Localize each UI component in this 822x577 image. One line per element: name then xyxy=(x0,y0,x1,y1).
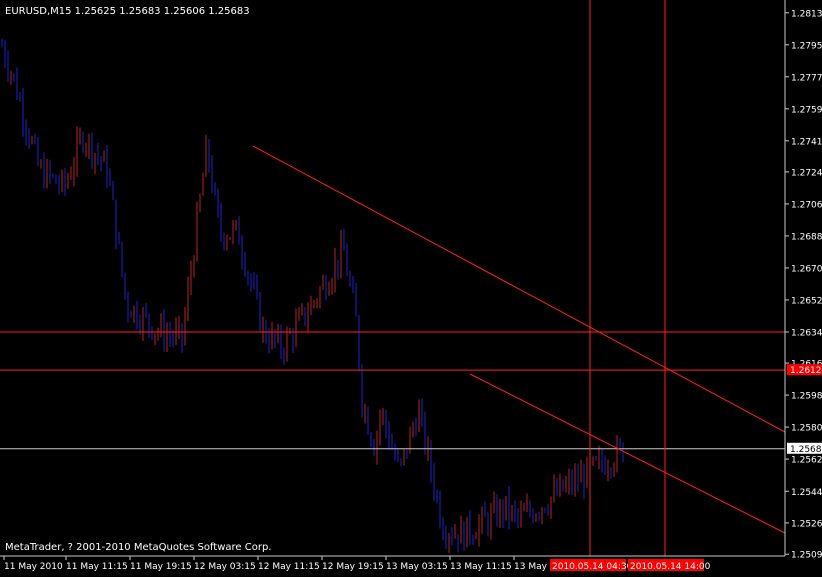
y-tick-label: 1.27775 xyxy=(791,73,822,83)
y-tick-label: 1.25805 xyxy=(791,424,822,434)
x-tick-label: 12 May 11:15 xyxy=(258,562,320,572)
y-tick-label: 1.25444 xyxy=(791,488,822,498)
y-tick-label: 1.27595 xyxy=(791,105,822,115)
y-tick-label: 1.25985 xyxy=(791,392,822,402)
trend-objects[interactable] xyxy=(0,0,786,556)
vline-date-label: 2010.05.14 04:30 xyxy=(552,562,633,572)
y-tick-label: 1.27060 xyxy=(791,200,822,210)
y-tick-label: 1.25625 xyxy=(791,456,822,466)
vline-date-label: 2010.05.14 14:00 xyxy=(630,562,711,572)
y-tick-label: 1.26520 xyxy=(791,296,822,306)
y-tick-label: 1.28135 xyxy=(791,9,822,19)
chart-title: EURUSD,M15 1.25625 1.25683 1.25606 1.256… xyxy=(5,6,250,17)
hline-price-label: 1.26125 xyxy=(790,366,822,376)
x-tick-label: 13 May 11:15 xyxy=(450,562,512,572)
x-tick-label: 13 May 03:15 xyxy=(386,562,448,572)
x-tick-label: 11 May 19:15 xyxy=(130,562,192,572)
y-tick-label: 1.26340 xyxy=(791,328,822,338)
price-chart[interactable]: 1.28135 1.27955 1.27775 1.27595 1.27415 1.272… xyxy=(0,0,822,573)
copyright-footer: MetaTrader, ? 2001-2010 MetaQuotes Softw… xyxy=(5,542,271,553)
y-tick-label: 1.25090 xyxy=(791,551,822,561)
trend-line-upper[interactable] xyxy=(252,145,786,433)
y-tick-label: 1.26700 xyxy=(791,264,822,274)
x-tick-label: 11 May 11:15 xyxy=(66,562,128,572)
current-price-label: 1.25683 xyxy=(790,445,822,455)
x-tick-label: 12 May 03:15 xyxy=(194,562,256,572)
y-tick-label: 1.25266 xyxy=(791,519,822,529)
x-tick-label: 11 May 2010 xyxy=(4,562,63,572)
chart-axes: 1.28135 1.27955 1.27775 1.27595 1.27415 1.272… xyxy=(0,0,822,572)
trend-line-lower[interactable] xyxy=(469,373,786,534)
x-tick-label: 13 May xyxy=(514,562,548,572)
y-tick-label: 1.26880 xyxy=(791,232,822,242)
price-bars xyxy=(1,38,624,554)
chart-window[interactable]: 1.28135 1.27955 1.27775 1.27595 1.27415 1.272… xyxy=(0,0,822,573)
y-tick-label: 1.27240 xyxy=(791,168,822,178)
x-tick-label: 12 May 19:15 xyxy=(322,562,384,572)
y-tick-label: 1.27415 xyxy=(791,137,822,147)
y-tick-label: 1.27955 xyxy=(791,41,822,51)
